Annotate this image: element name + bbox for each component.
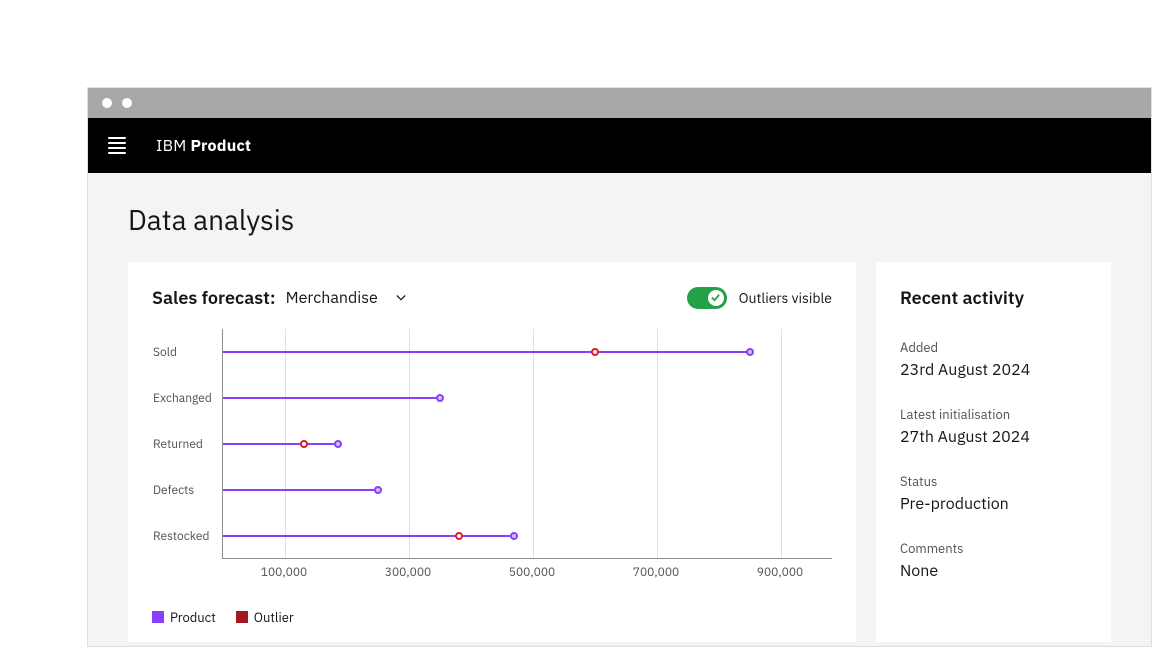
legend-swatch xyxy=(152,611,164,623)
brand-name: Product xyxy=(190,136,251,156)
page-title: Data analysis xyxy=(128,201,1111,238)
chart-row-label: Exchanged xyxy=(153,391,217,406)
chart-xtick: 900,000 xyxy=(757,565,803,580)
outliers-toggle[interactable] xyxy=(687,287,727,309)
brand-prefix: IBM xyxy=(156,136,186,156)
field-value: 27th August 2024 xyxy=(900,427,1087,447)
chart-endpoint xyxy=(374,486,382,494)
recent-field: Added 23rd August 2024 xyxy=(900,339,1087,380)
field-value: None xyxy=(900,561,1087,581)
forecast-selected: Merchandise xyxy=(286,288,378,308)
legend-item-product: Product xyxy=(152,609,216,626)
chart-plot-area: SoldExchangedReturnedDefectsRestocked xyxy=(222,329,832,559)
forecast-title-group: Sales forecast: Merchandise xyxy=(152,286,406,309)
window-titlebar xyxy=(88,88,1151,118)
forecast-header: Sales forecast: Merchandise Outliers v xyxy=(152,286,832,309)
forecast-dropdown[interactable]: Merchandise xyxy=(286,288,406,308)
chart-row: Returned xyxy=(223,421,832,467)
sales-chart: SoldExchangedReturnedDefectsRestocked 10… xyxy=(152,329,832,609)
chart-bar xyxy=(223,351,750,353)
recent-field: Latest initialisation 27th August 2024 xyxy=(900,406,1087,447)
brand-label: IBM Product xyxy=(156,136,251,156)
panel-row: Sales forecast: Merchandise Outliers v xyxy=(128,262,1111,642)
field-label: Status xyxy=(900,473,1087,490)
chart-endpoint xyxy=(334,440,342,448)
chart-bar xyxy=(223,443,338,445)
forecast-title: Sales forecast: xyxy=(152,286,276,309)
chart-outlier xyxy=(591,348,599,356)
chevron-down-icon xyxy=(396,293,406,303)
field-label: Latest initialisation xyxy=(900,406,1087,423)
chart-row-label: Returned xyxy=(153,437,217,452)
chart-xtick: 500,000 xyxy=(509,565,555,580)
window-control-dot[interactable] xyxy=(102,98,112,108)
chart-row-label: Defects xyxy=(153,483,217,498)
chart-row: Defects xyxy=(223,467,832,513)
chart-row: Exchanged xyxy=(223,375,832,421)
field-label: Added xyxy=(900,339,1087,356)
toggle-knob xyxy=(708,290,724,306)
chart-bar xyxy=(223,535,514,537)
window-control-dot[interactable] xyxy=(122,98,132,108)
chart-legend: Product Outlier xyxy=(152,609,832,626)
chart-x-axis: 100,000 300,000 500,000 700,000 900,000 xyxy=(222,565,832,581)
legend-swatch xyxy=(236,611,248,623)
recent-activity-panel: Recent activity Added 23rd August 2024 L… xyxy=(876,262,1111,642)
chart-bar xyxy=(223,489,378,491)
chart-row-label: Sold xyxy=(153,345,217,360)
chart-endpoint xyxy=(436,394,444,402)
sales-forecast-panel: Sales forecast: Merchandise Outliers v xyxy=(128,262,856,642)
check-icon xyxy=(711,293,720,302)
recent-field: Comments None xyxy=(900,540,1087,581)
chart-outlier xyxy=(455,532,463,540)
chart-endpoint xyxy=(510,532,518,540)
page-content: Data analysis Sales forecast: Merchandis… xyxy=(88,173,1151,646)
chart-row: Restocked xyxy=(223,513,832,559)
menu-icon[interactable] xyxy=(108,137,126,154)
app-window: IBM Product Data analysis Sales forecast… xyxy=(87,87,1152,647)
recent-activity-title: Recent activity xyxy=(900,286,1087,309)
field-value: 23rd August 2024 xyxy=(900,360,1087,380)
chart-xtick: 300,000 xyxy=(385,565,431,580)
chart-xtick: 100,000 xyxy=(261,565,307,580)
field-label: Comments xyxy=(900,540,1087,557)
chart-bar xyxy=(223,397,440,399)
app-header: IBM Product xyxy=(88,118,1151,173)
chart-row-label: Restocked xyxy=(153,529,217,544)
chart-xtick: 700,000 xyxy=(633,565,679,580)
recent-field: Status Pre-production xyxy=(900,473,1087,514)
field-value: Pre-production xyxy=(900,494,1087,514)
chart-outlier xyxy=(300,440,308,448)
outliers-toggle-label: Outliers visible xyxy=(739,289,832,307)
chart-row: Sold xyxy=(223,329,832,375)
legend-item-outlier: Outlier xyxy=(236,609,294,626)
outliers-toggle-group: Outliers visible xyxy=(687,287,832,309)
chart-endpoint xyxy=(746,348,754,356)
